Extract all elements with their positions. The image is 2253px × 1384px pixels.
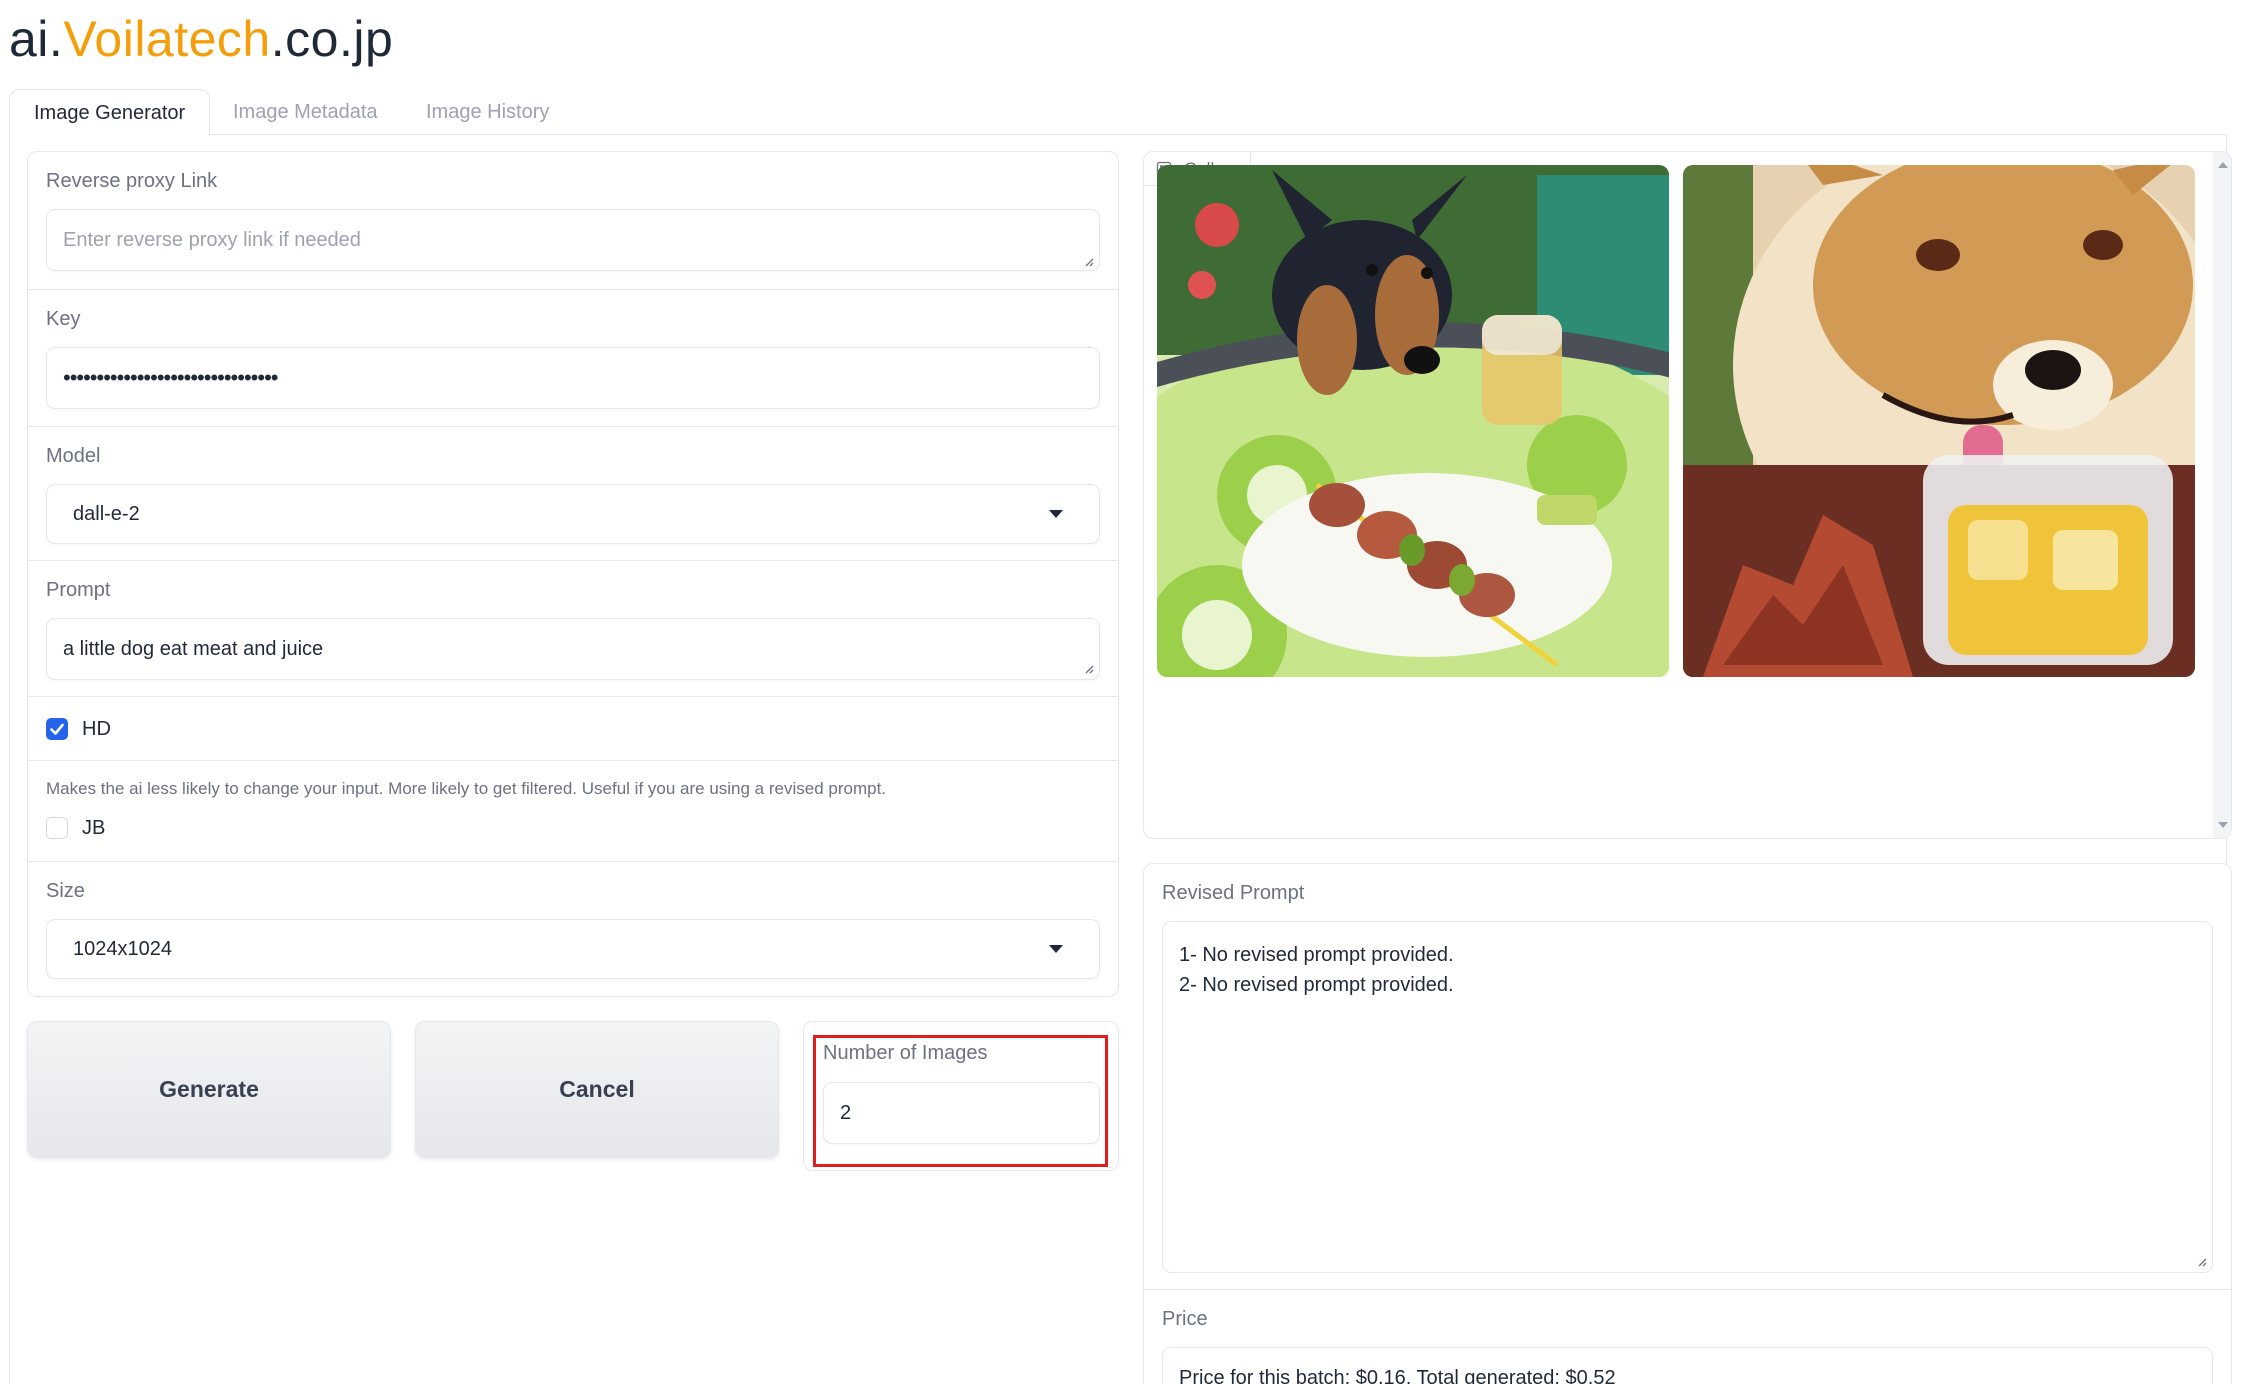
price-label: Price <box>1162 1308 1208 1330</box>
dog-photo-2 <box>1683 165 2195 677</box>
cancel-button[interactable]: Cancel <box>415 1021 779 1158</box>
size-value: 1024x1024 <box>73 937 172 960</box>
scroll-down-icon[interactable] <box>2218 822 2228 828</box>
jb-info-text: Makes the ai less likely to change your … <box>46 779 887 798</box>
revised-prompt-line-1: 1- No revised prompt provided. <box>1179 944 1454 966</box>
hd-label: HD <box>82 718 111 740</box>
gallery-thumbnail-2[interactable] <box>1683 165 2195 677</box>
gallery-thumbnail-1[interactable] <box>1157 165 1669 677</box>
size-block: Size 1024x1024 <box>28 862 1118 996</box>
hd-checkbox[interactable] <box>46 718 68 740</box>
price-block: Price Price for this batch: $0.16, Total… <box>1144 1290 2231 1384</box>
size-label: Size <box>46 880 85 902</box>
proxy-label: Reverse proxy Link <box>46 170 218 192</box>
model-select[interactable]: dall-e-2 <box>46 484 1100 544</box>
price-output[interactable]: Price for this batch: $0.16, Total gener… <box>1162 1347 2213 1384</box>
tab-image-history[interactable]: Image History <box>426 89 549 135</box>
revised-prompt-label: Revised Prompt <box>1162 882 1305 904</box>
resize-handle-icon[interactable] <box>1082 255 1094 267</box>
model-value: dall-e-2 <box>73 502 140 525</box>
prompt-input[interactable]: a little dog eat meat and juice <box>46 618 1100 680</box>
key-block: Key •••••••••••••••••••••••••••••••• <box>28 290 1118 427</box>
output-panel: Revised Prompt 1- No revised prompt prov… <box>1143 863 2232 1384</box>
resize-handle-icon[interactable] <box>1082 662 1094 674</box>
revised-prompt-output[interactable]: 1- No revised prompt provided. 2- No rev… <box>1162 921 2213 1273</box>
resize-handle-icon[interactable] <box>2195 1255 2207 1267</box>
scroll-up-icon[interactable] <box>2218 162 2228 168</box>
settings-form: Reverse proxy Link Enter reverse proxy l… <box>27 151 1119 997</box>
gallery-scrollbar[interactable] <box>2213 152 2231 838</box>
jb-checkbox[interactable] <box>46 817 68 839</box>
key-input[interactable]: •••••••••••••••••••••••••••••••• <box>46 347 1100 409</box>
key-label: Key <box>46 308 81 330</box>
proxy-block: Reverse proxy Link Enter reverse proxy l… <box>28 152 1118 290</box>
generate-button[interactable]: Generate <box>27 1021 391 1158</box>
proxy-input[interactable]: Enter reverse proxy link if needed <box>46 209 1100 271</box>
dog-photo-1 <box>1157 165 1669 677</box>
logo-suffix: .co.jp <box>270 11 394 67</box>
checkmark-icon <box>50 723 64 735</box>
gallery-panel: Gallery <box>1143 151 2232 839</box>
num-images-input[interactable]: 2 <box>823 1082 1100 1144</box>
jb-block: Makes the ai less likely to change your … <box>28 761 1118 862</box>
chevron-down-icon <box>1049 510 1063 518</box>
tab-bar: Image Generator Image Metadata Image His… <box>9 89 2227 136</box>
num-images-block: Number of Images 2 <box>803 1021 1119 1171</box>
num-images-label: Number of Images <box>823 1042 988 1064</box>
model-label: Model <box>46 445 101 467</box>
site-logo: ai.Voilatech.co.jp <box>9 10 393 68</box>
tab-image-metadata[interactable]: Image Metadata <box>233 89 378 135</box>
jb-label: JB <box>82 817 106 839</box>
revised-prompt-block: Revised Prompt 1- No revised prompt prov… <box>1144 864 2231 1290</box>
chevron-down-icon <box>1049 945 1063 953</box>
hd-block: HD <box>28 697 1118 761</box>
prompt-block: Prompt a little dog eat meat and juice <box>28 561 1118 697</box>
logo-prefix: ai. <box>9 11 64 67</box>
tab-image-generator[interactable]: Image Generator <box>9 89 211 136</box>
prompt-label: Prompt <box>46 579 111 601</box>
model-block: Model dall-e-2 <box>28 427 1118 561</box>
revised-prompt-line-2: 2- No revised prompt provided. <box>1179 974 1454 996</box>
size-select[interactable]: 1024x1024 <box>46 919 1100 979</box>
logo-brand: Voilatech <box>63 11 271 67</box>
